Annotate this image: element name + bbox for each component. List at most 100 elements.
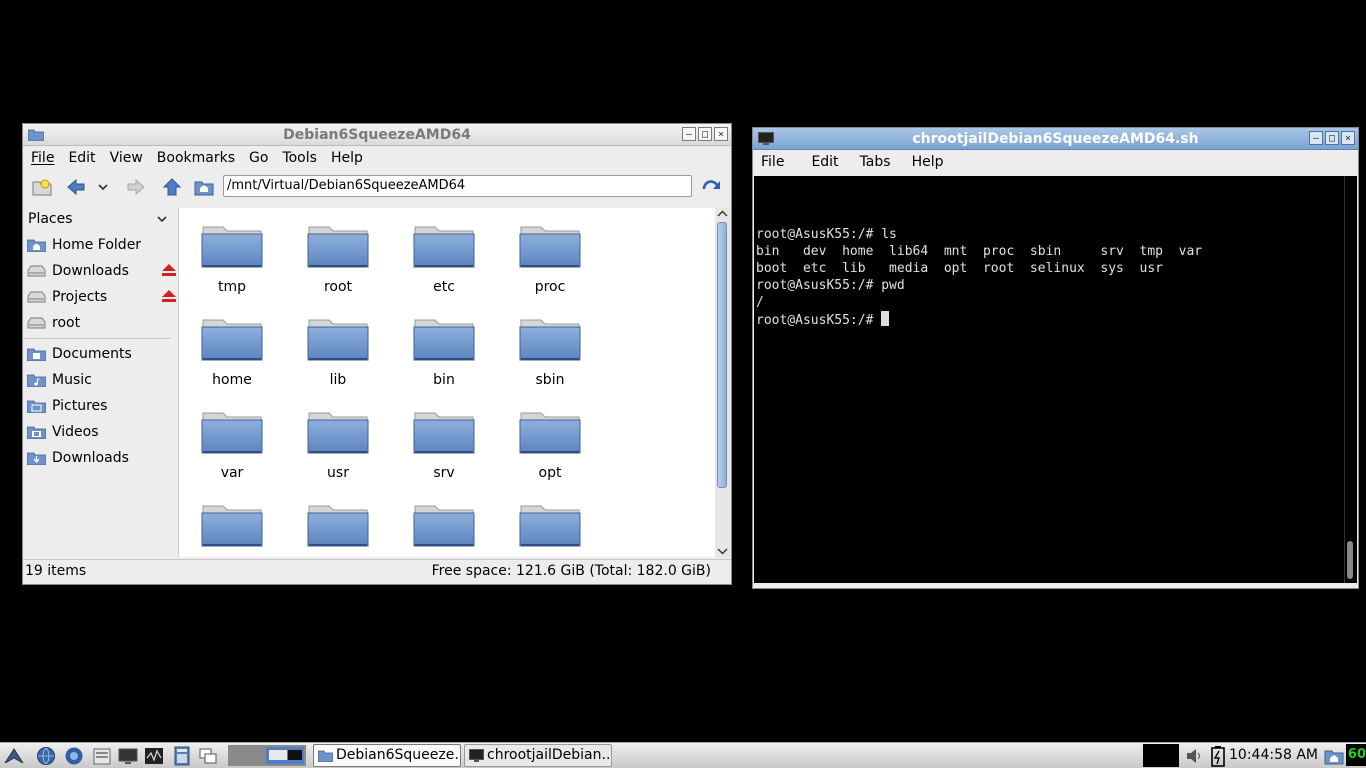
folder-item[interactable]: etc bbox=[391, 208, 497, 301]
menu-edit[interactable]: Edit bbox=[61, 150, 102, 166]
folder-label: home bbox=[212, 372, 252, 388]
terminal-scrollbar-thumb[interactable] bbox=[1347, 541, 1353, 579]
folder-item[interactable] bbox=[497, 487, 603, 557]
places-header[interactable]: Places bbox=[23, 206, 175, 232]
minimize-button[interactable]: – bbox=[1309, 131, 1323, 145]
folder-label: root bbox=[323, 279, 353, 295]
folder-item[interactable]: proc bbox=[497, 208, 603, 301]
system-monitor-icon[interactable] bbox=[144, 746, 164, 766]
folder-item[interactable]: home bbox=[179, 301, 285, 394]
close-button[interactable]: × bbox=[1341, 131, 1355, 145]
task-button-terminal[interactable]: chrootjailDebian... bbox=[464, 744, 612, 767]
sidebar-item-music[interactable]: Music bbox=[23, 367, 175, 393]
folder-icon bbox=[519, 505, 581, 547]
sidebar-item-downloads[interactable]: Downloads bbox=[23, 445, 175, 471]
globe-icon[interactable] bbox=[36, 746, 56, 766]
task-button-file-manager[interactable]: Debian6Squeeze... bbox=[313, 744, 461, 767]
terminal-text: root@AsusK55:/# ls bin dev home lib64 mnt… bbox=[756, 226, 1202, 329]
sidebar-item-downloads-drive[interactable]: Downloads bbox=[23, 258, 176, 284]
home-icon[interactable] bbox=[194, 178, 214, 196]
folder-label: proc bbox=[534, 279, 566, 295]
drive-icon bbox=[27, 291, 46, 303]
menu-help[interactable]: Help bbox=[898, 154, 951, 170]
sidebar-item-pictures[interactable]: Pictures bbox=[23, 393, 175, 419]
terminal-prompt: root@AsusK55:/# bbox=[756, 313, 882, 328]
folder-label: srv bbox=[433, 465, 455, 481]
file-manager-titlebar[interactable]: Debian6SqueezeAMD64 – □ × bbox=[23, 124, 731, 146]
eject-icon[interactable] bbox=[162, 290, 176, 302]
scroll-down-icon[interactable] bbox=[717, 546, 728, 556]
folder-label: etc bbox=[433, 279, 455, 295]
sidebar-item-videos[interactable]: Videos bbox=[23, 419, 175, 445]
sidebar-item-label: Projects bbox=[52, 289, 108, 305]
maximize-button[interactable]: □ bbox=[698, 127, 712, 141]
task-button-label: chrootjailDebian... bbox=[487, 747, 612, 763]
folder-icon bbox=[318, 750, 333, 762]
folder-item[interactable]: tmp bbox=[179, 208, 285, 301]
folder-item[interactable] bbox=[179, 487, 285, 557]
desktop-pager[interactable] bbox=[228, 745, 306, 766]
folder-icon bbox=[519, 412, 581, 454]
menu-tabs[interactable]: Tabs bbox=[846, 154, 898, 170]
folder-item[interactable]: sbin bbox=[497, 301, 603, 394]
folder-icon bbox=[307, 505, 369, 547]
terminal-output[interactable]: root@AsusK55:/# ls bin dev home lib64 mnt… bbox=[754, 176, 1357, 583]
new-tab-icon[interactable] bbox=[32, 178, 52, 196]
menu-icon[interactable] bbox=[4, 746, 24, 766]
battery-icon[interactable] bbox=[1210, 745, 1226, 767]
menu-edit[interactable]: Edit bbox=[791, 154, 845, 170]
network-monitor[interactable] bbox=[1143, 744, 1179, 767]
menu-bookmarks[interactable]: Bookmarks bbox=[150, 150, 242, 166]
menu-help[interactable]: Help bbox=[324, 150, 370, 166]
folder-icon bbox=[307, 226, 369, 268]
sidebar-item-home-folder[interactable]: Home Folder bbox=[23, 232, 175, 258]
chevron-down-icon[interactable] bbox=[157, 215, 167, 223]
sidebar-item-documents[interactable]: Documents bbox=[23, 341, 175, 367]
home-folder-icon[interactable] bbox=[1324, 747, 1344, 765]
vertical-scrollbar[interactable] bbox=[715, 208, 730, 558]
eject-icon[interactable] bbox=[162, 264, 176, 276]
clock[interactable]: 10:44:58 AM bbox=[1229, 743, 1318, 767]
reload-icon[interactable] bbox=[701, 178, 721, 196]
calculator-icon[interactable] bbox=[172, 746, 192, 766]
folder-item[interactable]: root bbox=[285, 208, 391, 301]
terminal-titlebar[interactable]: chrootjailDebian6SqueezeAMD64.sh – □ × bbox=[753, 128, 1358, 150]
address-bar[interactable]: /mnt/Virtual/Debian6SqueezeAMD64 bbox=[223, 175, 692, 197]
pager-workspace-active[interactable] bbox=[266, 747, 304, 764]
menu-tools[interactable]: Tools bbox=[275, 150, 324, 166]
folder-item[interactable]: usr bbox=[285, 394, 391, 487]
pager-window bbox=[269, 750, 287, 760]
monitor-icon[interactable] bbox=[118, 746, 138, 766]
folder-icon-view[interactable]: tmp root etc proc home lib bin sbin var usr srv opt bbox=[178, 208, 716, 557]
folder-item[interactable] bbox=[285, 487, 391, 557]
file-manager-icon[interactable] bbox=[92, 746, 112, 766]
folder-item[interactable]: bin bbox=[391, 301, 497, 394]
folder-item[interactable]: srv bbox=[391, 394, 497, 487]
folder-item[interactable]: lib bbox=[285, 301, 391, 394]
cpu-monitor[interactable]: 60 bbox=[1346, 744, 1366, 766]
scroll-up-icon[interactable] bbox=[717, 209, 728, 219]
sidebar-item-root-drive[interactable]: root bbox=[23, 310, 175, 336]
menu-go[interactable]: Go bbox=[242, 150, 275, 166]
menu-file[interactable]: File bbox=[23, 150, 61, 166]
close-button[interactable]: × bbox=[714, 127, 728, 141]
folder-item[interactable] bbox=[391, 487, 497, 557]
folder-item[interactable]: var bbox=[179, 394, 285, 487]
chevron-down-icon[interactable] bbox=[97, 178, 109, 196]
windows-icon[interactable] bbox=[198, 746, 218, 766]
minimize-button[interactable]: – bbox=[682, 127, 696, 141]
terminal-line: / bbox=[756, 295, 764, 310]
maximize-button[interactable]: □ bbox=[1325, 131, 1339, 145]
sidebar-item-projects-drive[interactable]: Projects bbox=[23, 284, 176, 310]
scrollbar-thumb[interactable] bbox=[717, 222, 727, 488]
window-title: chrootjailDebian6SqueezeAMD64.sh bbox=[912, 130, 1199, 147]
forward-arrow-icon[interactable] bbox=[126, 178, 146, 196]
menu-view[interactable]: View bbox=[103, 150, 150, 166]
back-arrow-icon[interactable] bbox=[66, 178, 86, 196]
folder-item[interactable]: opt bbox=[497, 394, 603, 487]
terminal-scrollbar[interactable] bbox=[1344, 176, 1357, 583]
menu-file[interactable]: File bbox=[753, 154, 791, 170]
volume-icon[interactable] bbox=[1186, 748, 1204, 764]
up-arrow-icon[interactable] bbox=[162, 178, 182, 196]
browser-icon[interactable] bbox=[64, 746, 84, 766]
